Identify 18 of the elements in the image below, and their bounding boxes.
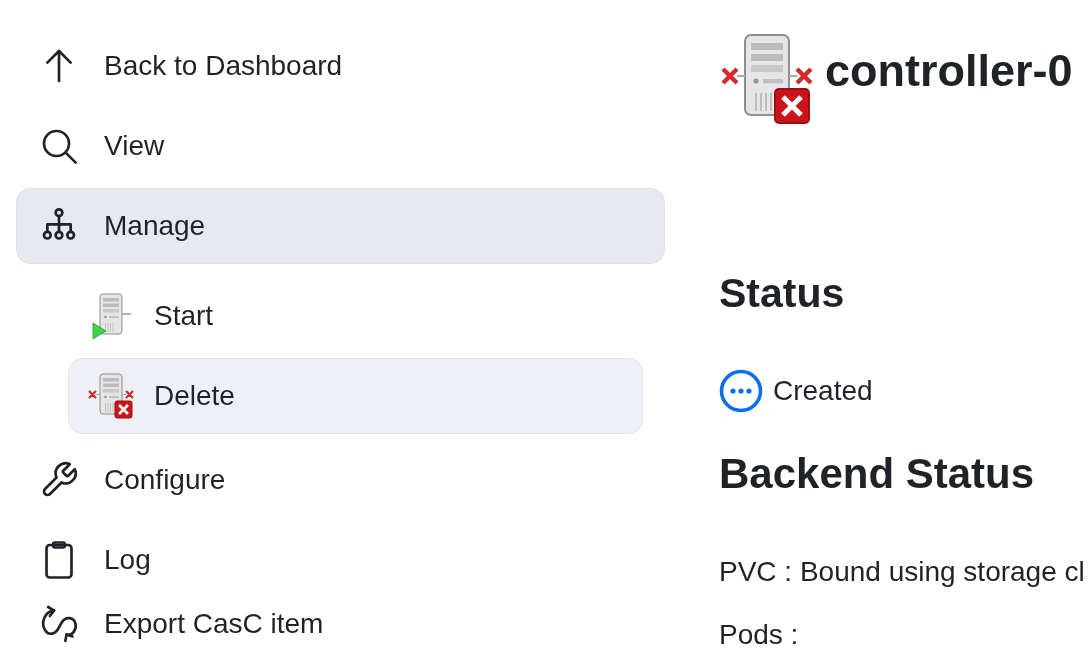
status-line: Pods : [719,621,800,649]
loop-arrow-icon [39,604,79,644]
section-heading: Backend Status [719,449,1036,499]
server-x-icon [87,373,135,419]
sidebar-item[interactable]: View [16,108,665,184]
sidebar-subitem[interactable]: Start [68,278,643,354]
page-title: controller-0 [825,48,1073,93]
sidebar-item[interactable]: Export CasC item [16,602,665,646]
server-x-icon [719,33,815,125]
sidebar-item[interactable]: Configure [16,442,665,518]
status-text: Created [773,374,873,408]
sidebar-item[interactable]: Log [16,522,665,598]
sidebar-item[interactable]: Back to Dashboard [16,28,665,104]
status-line: PVC : Bound using storage cl [719,555,1085,589]
sidebar-subitem[interactable]: Delete [68,358,643,434]
status-ellipsis-icon [719,369,763,413]
section-heading: Status [719,269,846,317]
sidebar-item[interactable]: Manage [16,188,665,264]
